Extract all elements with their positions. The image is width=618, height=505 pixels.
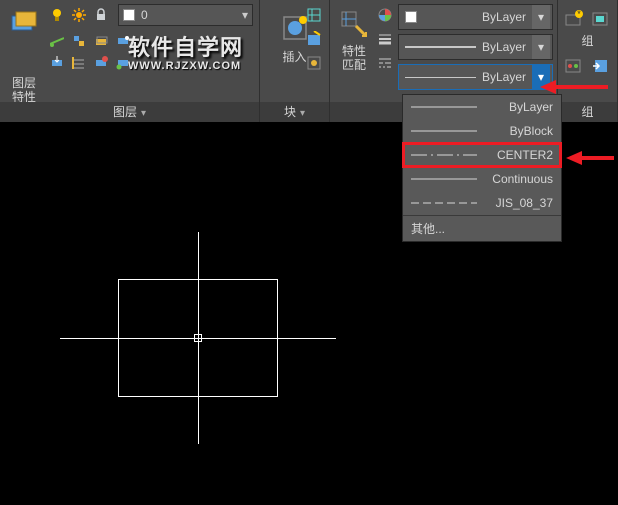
layer-freeze-icon[interactable] [70,6,88,24]
match-properties-icon[interactable] [336,6,372,42]
annotation-arrow-2 [566,147,616,169]
linetype-option-continuous[interactable]: Continuous [403,167,561,191]
linetype-option-bylayer[interactable]: ByLayer [403,95,561,119]
layer-color-swatch [123,9,135,21]
block-panel-title[interactable]: 块▾ [260,102,329,122]
block-tool-icon-2[interactable] [305,30,323,48]
group-label: 组 [564,32,611,49]
group-panel-title[interactable]: 组 [558,102,617,122]
props-label-2: 匹配 [336,58,372,72]
chevron-down-icon: ▾ [242,8,248,22]
group-create-icon[interactable]: * [564,8,585,30]
chevron-down-icon: ▾ [532,5,550,29]
linetype-dropdown-popup: ByLayer ByBlock CENTER2 Continuous JIS_0… [402,94,562,242]
layers-panel-title[interactable]: 图层▾ [0,102,259,122]
layer-tool-icon-6[interactable] [70,54,88,72]
chevron-down-icon: ▾ [532,35,550,59]
block-panel: 插入 块▾ [260,0,330,122]
linetype-option-byblock[interactable]: ByBlock [403,119,561,143]
layers-panel: 0 ▾ [0,0,260,122]
group-tool-icon-3[interactable] [564,55,585,77]
group-tool-icon-4[interactable] [591,55,612,77]
layer-combo[interactable]: 0 ▾ [118,4,253,26]
color-dropdown[interactable]: ByLayer ▾ [398,4,553,30]
block-tool-icon-3[interactable] [305,54,323,72]
chevron-down-icon: ▾ [300,108,305,119]
svg-text:*: * [577,9,581,19]
linetype-value: ByLayer [482,70,532,84]
linetype-preview [405,77,476,78]
annotation-arrow-1 [540,76,610,98]
layer-tool-icon-7[interactable] [92,54,110,72]
cursor-pickbox [194,334,202,342]
layer-tool-icon-1[interactable] [48,32,66,50]
lineweight-value: ByLayer [482,40,532,54]
linetype-icon[interactable] [376,54,394,72]
lineweight-icon[interactable] [376,30,394,48]
layer-properties-icon[interactable] [6,4,42,40]
linetype-option-center2[interactable]: CENTER2 [403,143,561,167]
layer-tool-icon-8[interactable] [114,54,132,72]
group-tool-icon-2[interactable] [591,8,612,30]
linetype-dropdown[interactable]: ByLayer ▾ [398,64,553,90]
lineweight-preview [405,46,476,48]
color-value: ByLayer [417,10,532,24]
color-swatch [405,11,417,23]
layer-on-icon[interactable] [48,6,66,24]
color-icon[interactable] [376,6,394,24]
layer-combo-value: 0 [141,8,148,22]
layer-tool-icon-5[interactable] [48,54,66,72]
layer-tool-icon-3[interactable] [92,32,110,50]
linetype-option-jis[interactable]: JIS_08_37 [403,191,561,215]
layer-lock-icon[interactable] [92,6,110,24]
layers-label-1: 图层 [6,76,42,90]
layer-tool-icon-4[interactable] [114,32,132,50]
group-panel: * 组 组 [558,0,618,122]
props-label-1: 特性 [336,44,372,58]
linetype-option-other[interactable]: 其他... [403,215,561,241]
layer-tool-icon-2[interactable] [70,32,88,50]
block-tool-icon-1[interactable] [305,6,323,24]
chevron-down-icon: ▾ [141,108,146,119]
lineweight-dropdown[interactable]: ByLayer ▾ [398,34,553,60]
